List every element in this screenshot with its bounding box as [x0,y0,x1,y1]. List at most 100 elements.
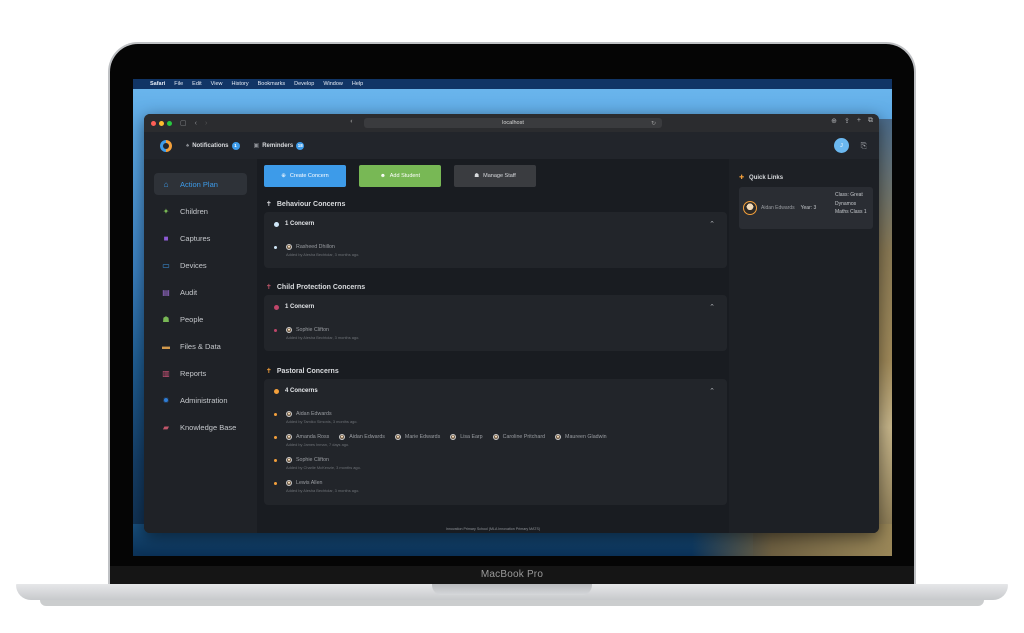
student-avatar [743,201,757,215]
tab-overview-icon[interactable]: ⧉ [868,117,873,125]
concern-count[interactable]: 1 Concern [274,304,314,310]
logout-icon[interactable]: ⎘ [861,141,867,151]
student-link[interactable]: Lewis Allen [286,480,323,486]
sidebar-item-devices[interactable]: ▭ Devices [154,254,247,276]
concern-entry[interactable]: Amanda Ross Aidan Edwards Marie Edwards Lis… [274,434,613,447]
reminders-link[interactable]: ▣ Reminders 18 [254,141,305,150]
student-link[interactable]: Aidan Edwards [286,411,332,417]
toolbar-actions: ⊕ ⇪ + ⧉ [831,117,873,125]
sidebar-item-people[interactable]: ☗ People [154,308,247,330]
devices-icon: ▭ [162,260,170,270]
zoom-window-button[interactable] [167,120,172,126]
close-window-button[interactable] [151,120,156,126]
sidebar-item-action-plan[interactable]: ⌂ Action Plan [154,173,247,195]
student-link[interactable]: Lisa Earp [450,434,483,440]
chevron-up-icon[interactable]: ⌃ [709,220,715,228]
sidebar-item-label: Audit [180,287,198,297]
minimize-window-button[interactable] [159,120,164,126]
student-link[interactable]: Marie Edwards [394,434,440,440]
users-icon: ☗ [474,173,480,179]
sidebar-item-label: Action Plan [180,179,218,189]
menu-history[interactable]: History [231,81,248,87]
sidebar-item-reports[interactable]: ▥ Reports [154,362,247,384]
menu-develop[interactable]: Develop [294,81,314,87]
student-name: Lewis Allen [296,480,323,486]
sidebar-item-audit[interactable]: ▤ Audit [154,281,247,303]
student-avatar [286,244,292,250]
url-text: localhost [502,120,524,126]
student-link[interactable]: Sophie Clifton [286,457,329,463]
create-concern-button[interactable]: ⊕ Create Concern [264,165,346,187]
concern-entry[interactable]: Sophie Clifton Added by Alesha Bechtolar,… [274,327,359,340]
user-avatar[interactable]: J [834,138,849,153]
student-avatar [339,434,346,440]
notifications-link[interactable]: ♠ Notifications 1 [186,141,240,150]
address-bar[interactable]: localhost ↻ [364,118,662,128]
app-logo[interactable] [160,139,172,152]
add-student-button[interactable]: ☻ Add Student [359,165,441,187]
concern-card: 1 Concern ⌃ Rasheed Dhillon Added by Alesha… [264,212,727,268]
sidebar-item-knowledge-base[interactable]: ▰ Knowledge Base [154,416,247,438]
section-title: ✝ Behaviour Concerns [266,200,345,209]
menu-bookmarks[interactable]: Bookmarks [258,81,286,87]
student-name: Sophie Clifton [296,327,329,333]
menu-safari[interactable]: Safari [150,81,165,87]
status-dot [274,221,279,227]
sidebar-toggle-icon[interactable]: ▢ [180,119,187,127]
student-avatar [286,480,292,486]
entry-meta: Added by James Inman, 7 days ago. [286,442,350,447]
folder-icon: ▬ [162,341,170,351]
concern-count[interactable]: 4 Concerns [274,388,318,394]
reload-icon[interactable]: ↻ [651,120,656,127]
menu-file[interactable]: File [174,81,183,87]
sidebar-item-files-data[interactable]: ▬ Files & Data [154,335,247,357]
student-name: Lisa Earp [460,434,483,440]
student-name: Sophie Clifton [296,457,329,463]
clipboard-icon: ▤ [162,287,170,297]
menu-view[interactable]: View [211,81,223,87]
student-link[interactable]: Amanda Ross [286,434,329,440]
manage-staff-button[interactable]: ☗ Manage Staff [454,165,536,187]
menu-edit[interactable]: Edit [192,81,201,87]
concern-count[interactable]: 1 Concern [274,221,314,227]
concern-entry[interactable]: Sophie Clifton Added by Charlie McKenzie,… [274,457,361,470]
privacy-shield-icon[interactable]: ◐ [350,118,354,125]
house-icon: ⌂ [163,179,169,189]
student-avatar [286,327,292,333]
student-link[interactable]: Aidan Edwards [339,434,385,440]
sidebar: ⌂ Action Plan ✦ Children ■ Captures ▭ Devices ▤ A… [144,159,257,533]
chevron-up-icon[interactable]: ⌃ [709,387,715,395]
desktop-screen: Safari File Edit View History Bookmarks … [133,79,892,556]
student-link[interactable]: Maureen Gladwin [555,434,607,440]
menu-window[interactable]: Window [323,81,343,87]
back-icon[interactable]: ‹ [195,120,197,127]
quick-link-student-name[interactable]: Aidan Edwards [761,205,795,211]
app-header: ♠ Notifications 1 ▣ Reminders 18 J ⎘ [144,132,879,159]
student-link[interactable]: Rasheed Dhillon [286,244,335,250]
menu-help[interactable]: Help [352,81,363,87]
concern-entry[interactable]: Lewis Allen Added by Alesha Bechtolar, 3 … [274,480,359,493]
downloads-icon[interactable]: ⊕ [831,117,837,125]
forward-icon[interactable]: › [205,120,207,127]
entry-bullet [274,435,277,439]
student-avatar [450,434,457,440]
section-icon: ✝ [266,368,272,375]
student-link[interactable]: Sophie Clifton [286,327,329,333]
student-link[interactable]: Caroline Pritchard [492,434,545,440]
main-content: ⊕ Create Concern ☻ Add Student ☗ Manage … [257,159,729,533]
sidebar-item-captures[interactable]: ■ Captures [154,227,247,249]
bell-icon: ♠ [186,142,190,149]
concern-card: 4 Concerns ⌃ Aidan Edwards Added by Tamiko … [264,379,727,505]
entry-meta: Added by Tamiko Simonis, 3 months ago. [286,419,358,424]
chevron-up-icon[interactable]: ⌃ [709,303,715,311]
student-name: Maureen Gladwin [565,434,607,440]
new-tab-icon[interactable]: + [857,117,861,125]
sidebar-item-children[interactable]: ✦ Children [154,200,247,222]
manage-staff-label: Manage Staff [483,173,516,179]
concern-entry[interactable]: Aidan Edwards Added by Tamiko Simonis, 3 … [274,411,358,424]
concern-entry[interactable]: Rasheed Dhillon Added by Alesha Bechtolar… [274,244,359,257]
quick-link-student-card[interactable]: Aidan Edwards Year: 3 Class: Great Dynam… [739,187,873,229]
share-icon[interactable]: ⇪ [844,117,850,125]
sidebar-item-administration[interactable]: ✹ Administration [154,389,247,411]
student-avatar [286,434,292,440]
